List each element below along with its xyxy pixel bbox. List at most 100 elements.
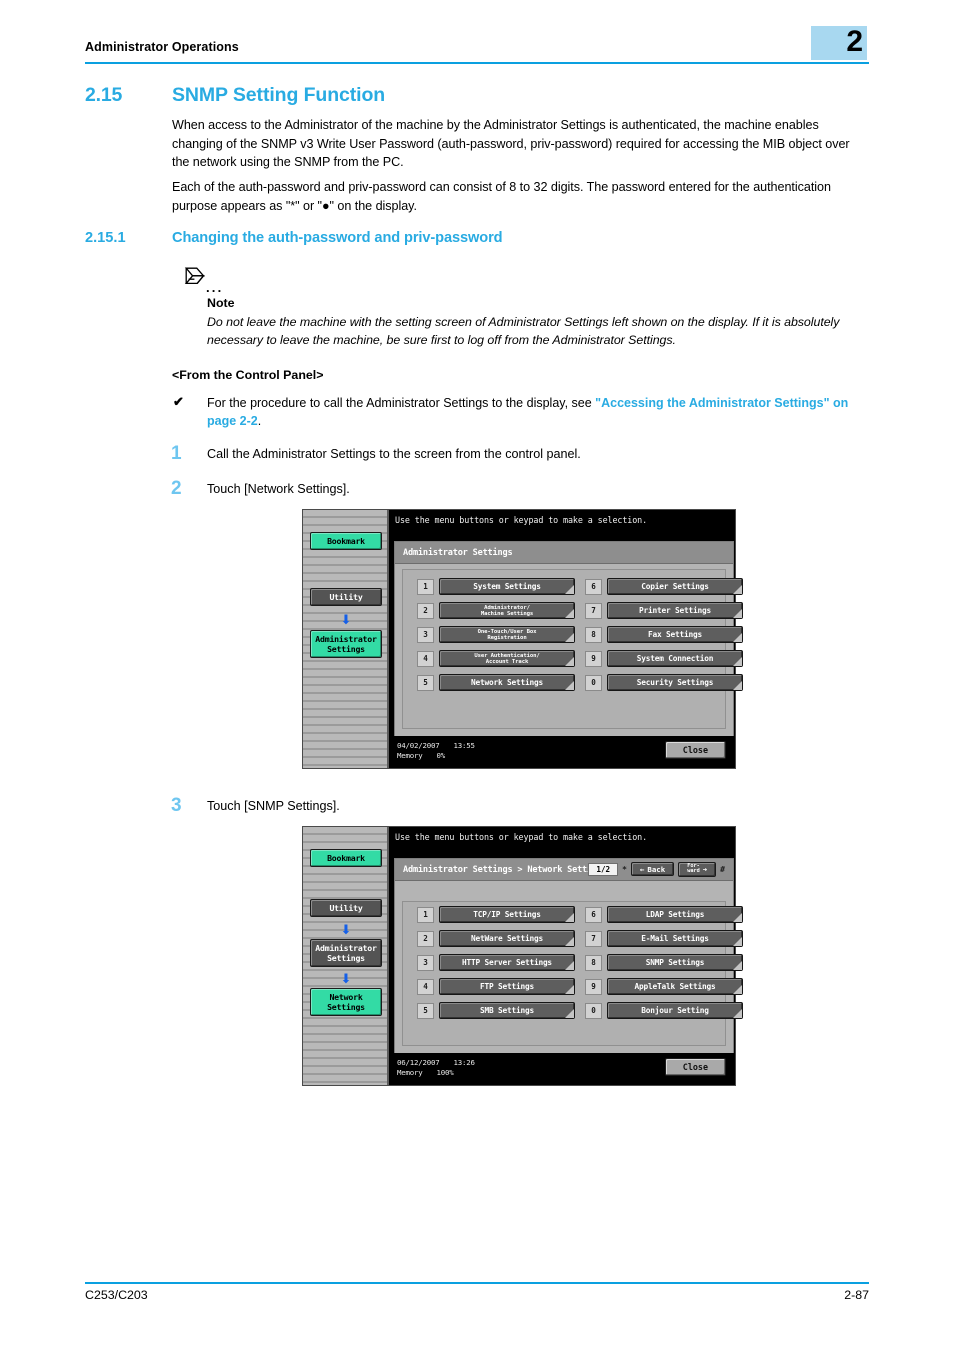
lcd1-close-button[interactable]: Close: [664, 741, 726, 759]
footer-divider: [85, 1282, 869, 1285]
menu-item[interactable]: 6 LDAP Settings: [585, 906, 743, 923]
menu-item[interactable]: 3 HTTP Server Settings: [417, 954, 575, 971]
lcd1-menu-button-system-settings[interactable]: System Settings: [439, 578, 575, 595]
lcd2-admin-label-line1: Administrator: [315, 943, 377, 953]
menu-item[interactable]: 4 User Authentication/Account Track: [417, 650, 575, 667]
menu-item[interactable]: 5 SMB Settings: [417, 1002, 575, 1019]
lcd1-menu-button-user-authentication-account-track[interactable]: User Authentication/Account Track: [439, 650, 575, 667]
step-text-3: Touch [SNMP Settings].: [207, 799, 340, 813]
lcd2-utility-button[interactable]: Utility: [310, 899, 382, 917]
lcd2-menu-button-ldap-settings[interactable]: LDAP Settings: [607, 906, 743, 923]
lcd2-memory-value: 100%: [436, 1068, 454, 1077]
lcd1-menu-key-0: 0: [585, 674, 602, 691]
menu-item[interactable]: 8 Fax Settings: [585, 626, 743, 643]
xref-text-after: .: [257, 414, 262, 429]
lcd1-menu-button-printer-settings[interactable]: Printer Settings: [607, 602, 743, 619]
lcd1-menu-column-right: 6 Copier Settings 7 Printer Settings 8 F…: [585, 578, 743, 698]
lcd2-close-button[interactable]: Close: [664, 1058, 726, 1076]
lcd1-menu-key-8: 8: [585, 626, 602, 643]
lcd1-menu-key-2: 2: [417, 602, 434, 619]
lcd2-status-text: 06/12/2007 13:26 Memory 100%: [397, 1058, 475, 1078]
lcd2-menu-button-appletalk-settings[interactable]: AppleTalk Settings: [607, 978, 743, 995]
menu-item[interactable]: 5 Network Settings: [417, 674, 575, 691]
lcd2-administrator-settings-button[interactable]: Administrator Settings: [310, 939, 382, 967]
menu-label: System Settings: [473, 581, 541, 591]
lcd2-forward-label-line2: ward: [687, 868, 700, 874]
control-panel-screenshot-network-settings: Bookmark Utility ⬇ Administrator Setting…: [302, 826, 743, 1086]
lcd1-menu-button-network-settings[interactable]: Network Settings: [439, 674, 575, 691]
menu-label: Administrator/Machine Settings: [481, 605, 533, 617]
menu-item[interactable]: 2 Administrator/Machine Settings: [417, 602, 575, 619]
menu-item[interactable]: 9 System Connection: [585, 650, 743, 667]
lcd2-menu-key-4: 4: [417, 978, 434, 995]
lcd2-forward-button[interactable]: For-ward ➜: [678, 861, 717, 877]
page-title: SNMP Setting Function: [172, 84, 386, 106]
menu-item[interactable]: 1 System Settings: [417, 578, 575, 595]
menu-item[interactable]: 0 Bonjour Setting: [585, 1002, 743, 1019]
menu-item[interactable]: 6 Copier Settings: [585, 578, 743, 595]
lcd1-status-message: Use the menu buttons or keypad to make a…: [395, 515, 648, 525]
subsection-title: Changing the auth-password and priv-pass…: [172, 230, 503, 246]
lcd2-menu-button-bonjour-setting[interactable]: Bonjour Setting: [607, 1002, 743, 1019]
lcd1-menu-button-system-connection[interactable]: System Connection: [607, 650, 743, 667]
menu-label-line2: Account Track: [485, 658, 529, 665]
menu-item[interactable]: 9 AppleTalk Settings: [585, 978, 743, 995]
lcd1-administrator-settings-button[interactable]: Administrator Settings: [310, 630, 382, 658]
menu-label: Copier Settings: [641, 581, 709, 591]
menu-item[interactable]: 4 FTP Settings: [417, 978, 575, 995]
lcd2-star-key-hint: *: [622, 864, 627, 874]
menu-item[interactable]: 8 SNMP Settings: [585, 954, 743, 971]
menu-label: HTTP Server Settings: [462, 957, 552, 967]
lcd1-bookmark-button[interactable]: Bookmark: [310, 532, 382, 550]
lcd2-status-bar: 06/12/2007 13:26 Memory 100% Close: [391, 1053, 735, 1085]
menu-item[interactable]: 0 Security Settings: [585, 674, 743, 691]
lcd2-menu-button-http-server-settings[interactable]: HTTP Server Settings: [439, 954, 575, 971]
lcd2-side-rail: Bookmark Utility ⬇ Administrator Setting…: [303, 827, 389, 1085]
menu-label: Security Settings: [636, 677, 714, 687]
lcd2-network-settings-button[interactable]: Network Settings: [310, 988, 382, 1016]
lcd1-menu-button-copier-settings[interactable]: Copier Settings: [607, 578, 743, 595]
lcd2-menu-button-tcp-ip-settings[interactable]: TCP/IP Settings: [439, 906, 575, 923]
menu-label-line2: Registration: [487, 634, 527, 641]
lcd1-menu-button-one-touch-user-box-registration[interactable]: One-Touch/User Box Registration: [439, 626, 575, 643]
lcd2-menu-key-3: 3: [417, 954, 434, 971]
lcd2-menu-button-smb-settings[interactable]: SMB Settings: [439, 1002, 575, 1019]
lcd2-menu-key-9: 9: [585, 978, 602, 995]
menu-label: User Authentication/Account Track: [474, 653, 539, 665]
menu-label: E-Mail Settings: [641, 933, 709, 943]
lcd2-menu-button-snmp-settings[interactable]: SNMP Settings: [607, 954, 743, 971]
step-number-3: 3: [171, 795, 182, 816]
lcd2-menu-key-5: 5: [417, 1002, 434, 1019]
lcd1-menu-button-administrator-machine-settings[interactable]: Administrator/Machine Settings: [439, 602, 575, 619]
lcd1-menu-button-security-settings[interactable]: Security Settings: [607, 674, 743, 691]
lcd2-menu-button-netware-settings[interactable]: NetWare Settings: [439, 930, 575, 947]
lcd2-bookmark-button[interactable]: Bookmark: [310, 849, 382, 867]
chapter-number: 2: [846, 25, 863, 58]
note-body: Do not leave the machine with the settin…: [207, 315, 840, 348]
menu-item[interactable]: 3 One-Touch/User Box Registration: [417, 626, 575, 643]
control-panel-screenshot-administrator-settings: Bookmark Utility ⬇ Administrator Setting…: [302, 509, 743, 769]
lcd1-utility-button[interactable]: Utility: [310, 588, 382, 606]
step-text-2: Touch [Network Settings].: [207, 482, 350, 496]
menu-item[interactable]: 7 E-Mail Settings: [585, 930, 743, 947]
menu-item[interactable]: 7 Printer Settings: [585, 602, 743, 619]
lcd2-pagination-controls: 1/2 * ← Back For-ward ➜ #: [588, 861, 725, 877]
lcd2-back-button[interactable]: ← Back: [630, 862, 675, 876]
menu-label: Bonjour Setting: [641, 1005, 709, 1015]
lcd2-memory-label: Memory: [397, 1068, 423, 1077]
lcd2-network-label-line1: Network: [329, 992, 363, 1002]
lcd2-menu-button-email-settings[interactable]: E-Mail Settings: [607, 930, 743, 947]
lcd1-menu-key-4: 4: [417, 650, 434, 667]
lcd2-menu-button-ftp-settings[interactable]: FTP Settings: [439, 978, 575, 995]
left-arrow-icon: ←: [639, 864, 645, 874]
control-panel-heading: <From the Control Panel>: [172, 368, 324, 382]
lcd2-hash-key-hint: #: [720, 864, 725, 874]
menu-label: AppleTalk Settings: [634, 981, 716, 991]
lcd2-menu-key-0: 0: [585, 1002, 602, 1019]
lcd1-menu-button-fax-settings[interactable]: Fax Settings: [607, 626, 743, 643]
menu-item[interactable]: 2 NetWare Settings: [417, 930, 575, 947]
lcd2-time: 13:26: [453, 1058, 475, 1067]
lcd1-memory-value: 0%: [436, 751, 446, 760]
lcd2-down-arrow-icon-2: ⬇: [340, 972, 352, 987]
menu-item[interactable]: 1 TCP/IP Settings: [417, 906, 575, 923]
